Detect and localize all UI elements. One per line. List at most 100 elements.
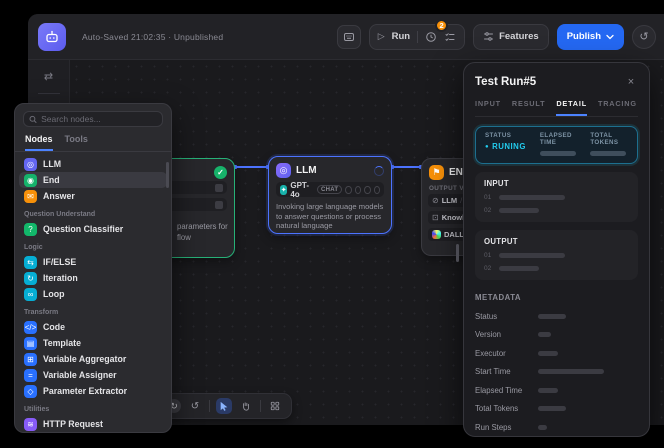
- palette-row[interactable]: ⇆ IF/ELSE: [19, 254, 167, 270]
- api-access-icon[interactable]: [337, 25, 361, 49]
- palette-row[interactable]: ◉ End: [19, 172, 167, 188]
- field-type-icon: [215, 184, 223, 192]
- metadata-row: Total Tokens: [475, 404, 638, 413]
- run-panel-tab[interactable]: TRACING: [598, 99, 637, 116]
- llm-node-icon: ◎: [276, 163, 291, 178]
- node-type-icon: ?: [24, 223, 37, 236]
- panel-resize-handle[interactable]: [456, 244, 459, 262]
- model-name: GPT-4o: [290, 181, 311, 199]
- metadata-row: Status: [475, 312, 638, 321]
- skeleton-value: [499, 266, 539, 271]
- skeleton-value: [499, 253, 565, 258]
- run-panel-title: Test Run#5: [475, 76, 536, 88]
- variable-type-icon: ⊘: [432, 196, 439, 205]
- palette-row[interactable]: = Variable Assigner: [19, 367, 167, 383]
- run-panel-tab[interactable]: DETAIL: [556, 99, 587, 116]
- running-dot-icon: ●: [485, 144, 489, 150]
- field-type-icon: [215, 201, 223, 209]
- model-selector[interactable]: ✦ GPT-4o CHAT: [276, 182, 384, 197]
- run-history-icon[interactable]: [425, 31, 437, 43]
- features-button[interactable]: Features: [473, 24, 549, 50]
- node-type-icon: =: [24, 369, 37, 382]
- version-history-icon[interactable]: ↺: [632, 25, 656, 49]
- search-input[interactable]: [41, 114, 157, 124]
- skeleton-value: [590, 151, 626, 156]
- divider: [417, 31, 418, 43]
- palette-row[interactable]: ∞ Loop: [19, 286, 167, 302]
- palette-row[interactable]: ↻ Iteration: [19, 270, 167, 286]
- palette-scrollbar[interactable]: [166, 162, 169, 188]
- llm-node[interactable]: ◎ LLM ✦ GPT-4o CHAT Invoking large langu…: [268, 156, 392, 234]
- run-panel-tab[interactable]: RESULT: [512, 99, 545, 116]
- publish-button[interactable]: Publish: [557, 24, 624, 50]
- checklist-icon[interactable]: [444, 31, 456, 43]
- palette-row[interactable]: ▤ Template: [19, 335, 167, 351]
- search-box[interactable]: [23, 111, 163, 127]
- app-robot-icon[interactable]: [38, 23, 66, 51]
- start-node-description: parameters for flow: [177, 221, 228, 243]
- pointer-mode-icon[interactable]: [216, 398, 232, 414]
- model-capability-icon: [345, 186, 351, 194]
- palette-row[interactable]: ⊞ Variable Aggregator: [19, 351, 167, 367]
- hand-mode-icon[interactable]: [238, 398, 254, 414]
- skeleton-value: [538, 314, 566, 319]
- close-icon[interactable]: ×: [624, 75, 638, 89]
- top-bar: Auto-Saved 21:02:35 · Unpublished ▷ Run …: [28, 14, 664, 60]
- skeleton-value: [538, 351, 558, 356]
- undo-icon[interactable]: ↺: [187, 398, 203, 414]
- organize-nodes-icon[interactable]: [267, 398, 283, 414]
- skeleton-value: [538, 332, 551, 337]
- notification-badge: 2: [435, 19, 448, 32]
- metadata-row: Elapsed Time: [475, 386, 638, 395]
- palette-row[interactable]: ≡ List Operator: [19, 432, 167, 433]
- skeleton-value: [538, 369, 604, 374]
- llm-node-title: LLM: [296, 165, 317, 176]
- model-capability-icon: [364, 186, 370, 194]
- node-type-icon: ↻: [24, 272, 37, 285]
- tab-tools[interactable]: Tools: [65, 134, 88, 151]
- swap-icon[interactable]: ⇄: [44, 70, 53, 83]
- search-icon: [29, 115, 37, 124]
- skeleton-value: [538, 388, 558, 393]
- palette-row[interactable]: ? Question Classifier: [19, 221, 167, 237]
- palette-row: Utilities: [19, 403, 167, 416]
- sidebar-divider: [38, 93, 60, 94]
- total-tokens-label: TOTAL TOKENS: [590, 132, 628, 146]
- run-panel-tab[interactable]: INPUT: [475, 99, 501, 116]
- metadata-section: METADATA Status Version Executor Start T…: [475, 293, 638, 432]
- run-panel-tabs: INPUT RESULT DETAIL TRACING: [475, 99, 638, 117]
- node-type-icon: ◇: [24, 385, 37, 398]
- llm-node-description: Invoking large language models to answer…: [269, 197, 391, 236]
- palette-row: Logic: [19, 241, 167, 254]
- skeleton-value: [540, 151, 576, 156]
- edge-start-to-llm: [235, 166, 268, 168]
- node-palette-panel: Nodes Tools ◎ LLM ◉ End ✉ Answer Questio…: [14, 103, 172, 433]
- metadata-row: Run Steps: [475, 423, 638, 432]
- palette-row[interactable]: ✉ Answer: [19, 188, 167, 204]
- node-type-icon: ∞: [24, 288, 37, 301]
- palette-list: ◎ LLM ◉ End ✉ Answer Question Understand…: [15, 152, 171, 433]
- palette-row[interactable]: </> Code: [19, 319, 167, 335]
- status-value: ● RUNING: [485, 142, 526, 151]
- node-type-icon: ◉: [24, 174, 37, 187]
- skeleton-value: [538, 425, 547, 430]
- gpt4o-model-icon: ✦: [280, 185, 287, 195]
- skeleton-value: [499, 208, 539, 213]
- skeleton-value: [499, 195, 565, 200]
- run-button[interactable]: Run: [392, 31, 410, 42]
- palette-row[interactable]: ≋ HTTP Request: [19, 416, 167, 432]
- node-type-icon: ◎: [24, 158, 37, 171]
- autosave-status: Auto-Saved 21:02:35 · Unpublished: [82, 32, 223, 42]
- output-card: OUTPUT 01 02: [475, 230, 638, 280]
- metadata-row: Start Time: [475, 367, 638, 376]
- tab-nodes[interactable]: Nodes: [25, 134, 53, 151]
- palette-row: Transform: [19, 306, 167, 319]
- divider: [260, 400, 261, 412]
- palette-row[interactable]: ◎ LLM: [19, 156, 167, 172]
- variable-type-icon: ⊡: [432, 213, 439, 222]
- model-capability-icon: [374, 186, 380, 194]
- node-type-icon: ▤: [24, 337, 37, 350]
- play-icon[interactable]: ▷: [378, 32, 385, 41]
- palette-row[interactable]: ◇ Parameter Extractor: [19, 383, 167, 399]
- chevron-down-icon: [606, 34, 614, 40]
